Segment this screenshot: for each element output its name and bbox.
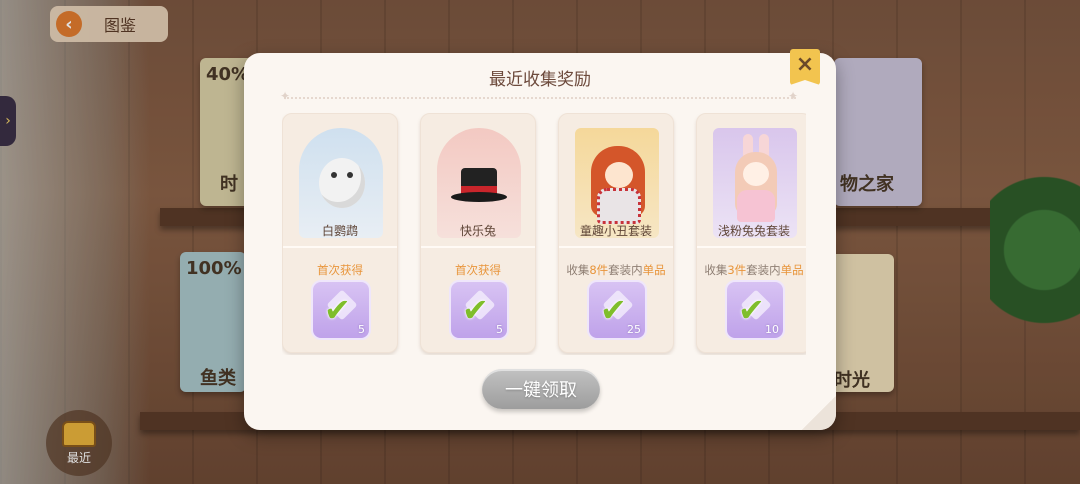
recent-rewards-dialog: 最近收集奖励 ✦ ✦ × 白鹦鹉 首次获得 ✔ 5 快乐兔 首次获得 ✔ 5 童… [244, 49, 836, 430]
status-count: 3件 [727, 263, 747, 277]
item-name: 童趣小丑套装 [579, 224, 652, 238]
reward-slot[interactable]: ✔ 5 [449, 280, 509, 340]
reward-card: 快乐兔 首次获得 ✔ 5 [420, 113, 536, 353]
status-prefix: 收集 [704, 263, 728, 277]
card-divider [697, 246, 806, 248]
parrot-eye [331, 172, 337, 178]
reward-slot[interactable]: ✔ 10 [725, 280, 785, 340]
item-name: 浅粉兔兔套装 [717, 224, 790, 238]
reward-count: 25 [627, 323, 641, 336]
checkmark-icon: ✔ [324, 291, 351, 329]
card-divider [421, 246, 535, 248]
parrot-eye [347, 172, 353, 178]
reward-card: 童趣小丑套装 收集8件套装内单品 ✔ 25 [558, 113, 674, 353]
title-divider [284, 97, 796, 99]
reward-count: 5 [496, 323, 503, 336]
close-icon: × [795, 52, 815, 77]
reward-count: 5 [358, 323, 365, 336]
reward-card: 白鹦鹉 首次获得 ✔ 5 [282, 113, 398, 353]
star-icon: ✦ [280, 89, 291, 103]
status-text: 首次获得 [455, 263, 501, 277]
dialog-title: 最近收集奖励 [489, 70, 591, 90]
item-name: 快乐兔 [459, 224, 496, 238]
bunny-dress [737, 190, 775, 222]
status-text: 收集8件套装内单品 [559, 262, 673, 278]
claim-all-button[interactable]: 一键领取 [482, 369, 600, 409]
star-icon: ✦ [788, 89, 799, 103]
status-text: 收集3件套装内单品 [697, 262, 806, 278]
checkmark-icon: ✔ [462, 291, 489, 329]
card-divider [559, 246, 673, 248]
close-button[interactable]: × [790, 49, 820, 85]
reward-slot[interactable]: ✔ 5 [311, 280, 371, 340]
reward-card: 浅粉兔兔套装 收集3件套装内单品 ✔ 10 [696, 113, 806, 353]
clown-dress [597, 188, 641, 224]
status-suffix: 单品 [642, 263, 666, 277]
hat-brim [451, 192, 507, 202]
status-mid: 套装内 [608, 263, 643, 277]
item-name: 白鹦鹉 [321, 224, 358, 238]
status-mid: 套装内 [746, 263, 781, 277]
checkmark-icon: ✔ [600, 291, 627, 329]
checkmark-icon: ✔ [738, 291, 765, 329]
bunny-face [743, 162, 769, 186]
status-text: 首次获得 [317, 263, 363, 277]
status-suffix: 单品 [780, 263, 804, 277]
reward-slot[interactable]: ✔ 25 [587, 280, 647, 340]
page-curl-decoration [802, 396, 836, 430]
status-count: 8件 [589, 263, 609, 277]
clown-face [605, 162, 633, 188]
card-divider [283, 246, 397, 248]
reward-count: 10 [765, 323, 779, 336]
reward-card-list[interactable]: 白鹦鹉 首次获得 ✔ 5 快乐兔 首次获得 ✔ 5 童趣小丑套装 收集8件套装内… [282, 113, 806, 355]
status-prefix: 收集 [566, 263, 590, 277]
white-parrot-figure-icon [319, 158, 365, 208]
